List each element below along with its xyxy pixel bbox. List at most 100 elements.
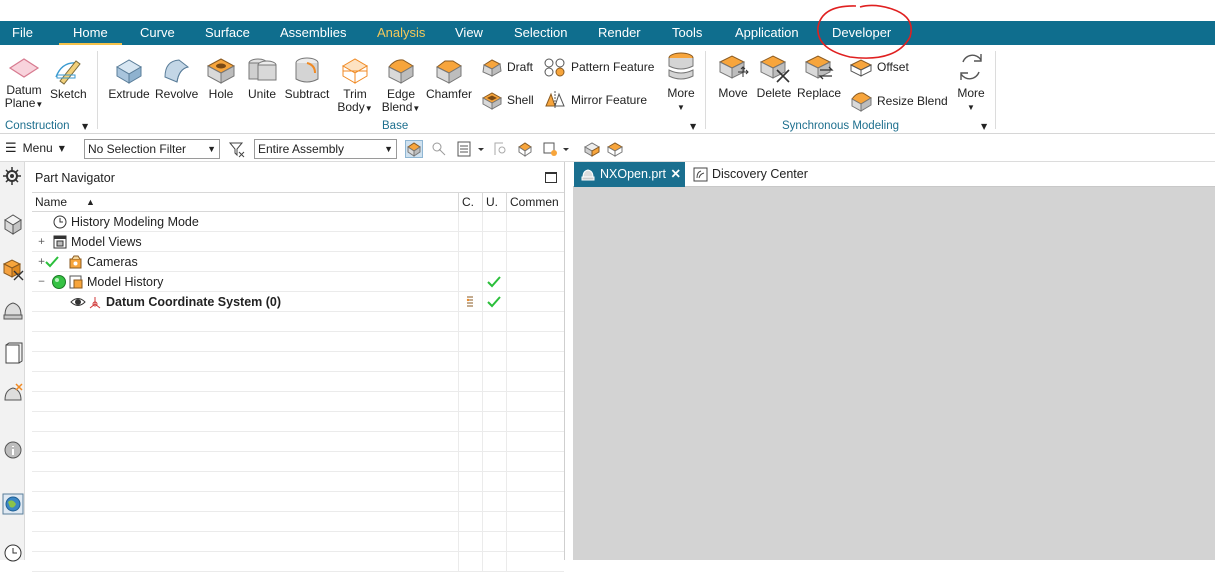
unite-button[interactable]: Unite [244,55,280,101]
current-feature-icon [466,296,473,307]
part-navigator-table: Name ▲ C. U. Commen History Modeling Mode… [32,192,564,572]
move-face-button[interactable]: Move [713,52,753,100]
document-tabs: NXOpen.prt ✕ Discovery Center [573,162,1215,187]
pattern-feature-button[interactable]: Pattern Feature [543,57,654,77]
table-row[interactable]: + Model Views [32,232,564,252]
empty-row [32,332,564,352]
info-history-icon[interactable] [2,437,23,459]
base-more-button[interactable]: More ▼ [661,50,701,114]
snap-midpoint-icon[interactable] [541,140,571,158]
tab-selection[interactable]: Selection [514,21,567,45]
chamfer-label: Chamfer [426,87,473,101]
tab-curve[interactable]: Curve [140,21,175,45]
shell-button[interactable]: Shell [481,90,534,110]
tab-analysis[interactable]: Analysis [377,21,425,45]
eye-visibility-icon[interactable] [70,295,86,309]
tab-label: NXOpen.prt [600,167,667,181]
mirror-feature-button[interactable]: Mirror Feature [543,90,647,110]
subtract-label: Subtract [284,87,330,101]
tab-file[interactable]: File [12,21,33,45]
select-features-icon[interactable] [405,140,423,158]
table-row[interactable]: + Cameras [32,252,564,272]
tab-tools[interactable]: Tools [672,21,702,45]
expand-icon[interactable]: + [37,238,46,247]
tab-render[interactable]: Render [598,21,641,45]
empty-row [32,492,564,512]
sync-expand-icon[interactable]: ▼ [981,122,987,131]
close-icon[interactable]: ✕ [671,162,681,186]
offset-face-button[interactable]: Offset [849,57,909,77]
constraint-navigator-icon[interactable] [2,297,23,320]
empty-row [32,532,564,552]
reuse-library-icon[interactable] [2,342,23,364]
snap-arc-center-icon[interactable] [492,140,510,158]
sketch-label: Sketch [50,87,87,101]
revolve-button[interactable]: Revolve [155,55,198,101]
model-views-icon [53,235,67,249]
table-header: Name ▲ C. U. Commen [32,192,564,212]
hole-button[interactable]: Hole [203,55,239,101]
pattern-feature-icon [544,58,565,77]
selection-scope-select[interactable]: Entire Assembly ▼ [254,139,397,159]
column-header-uptodate[interactable]: U. [482,193,506,212]
trim-body-button[interactable]: Trim Body▼ [334,55,376,115]
construction-expand-icon[interactable]: ▼ [82,122,88,131]
base-expand-icon[interactable]: ▼ [690,122,696,131]
settings-gear-icon[interactable] [2,166,23,188]
part-navigator-icon[interactable] [2,257,24,281]
subtract-button[interactable]: Subtract [284,55,330,101]
replace-face-icon [804,55,834,80]
menu-label: Menu [22,141,53,155]
filter-reset-icon[interactable] [228,140,246,158]
chamfer-button[interactable]: Chamfer [426,55,472,101]
up-to-date-check-icon [487,296,501,308]
selection-scope-value: Entire Assembly [258,142,345,156]
selection-options-icon[interactable] [456,140,486,158]
part-navigator-panel: Part Navigator Name ▲ C. U. Commen Histor… [26,162,565,572]
delete-face-button[interactable]: Delete [755,52,793,100]
table-row[interactable]: − Model History [32,272,564,292]
table-row[interactable]: History Modeling Mode [32,212,564,232]
column-header-name[interactable]: Name ▲ [32,193,458,212]
ribbon-separator [995,51,996,129]
assembly-navigator-icon[interactable] [2,212,23,235]
view-orient-icon[interactable] [606,140,624,158]
revolve-icon [164,59,190,83]
column-header-current[interactable]: C. [458,193,482,212]
tab-discovery-center[interactable]: Discovery Center [688,162,818,187]
show-hide-icon[interactable] [583,140,601,158]
datum-plane-button[interactable]: Datum Plane▼ [4,55,44,111]
menu-button[interactable]: ☰ Menu ▼ [5,141,65,155]
history-clock-icon[interactable] [2,539,23,562]
sketch-button[interactable]: Sketch [50,55,87,101]
tab-surface[interactable]: Surface [205,21,250,45]
table-row[interactable]: Datum Coordinate System (0) [32,292,564,312]
unite-icon [248,58,277,81]
hd3d-tools-icon[interactable] [2,382,23,404]
tab-label: Discovery Center [712,167,808,181]
replace-face-button[interactable]: Replace [796,52,842,100]
selection-filter-select[interactable]: No Selection Filter ▼ [84,139,220,159]
tab-application[interactable]: Application [735,21,799,45]
chamfer-icon [436,60,462,84]
draft-icon [482,59,502,77]
camera-icon [69,255,82,269]
extrude-button[interactable]: Extrude [108,55,150,101]
sync-more-button[interactable]: More ▼ [951,50,991,114]
tab-assemblies[interactable]: Assemblies [280,21,346,45]
edge-blend-button[interactable]: Edge Blend▼ [380,55,422,115]
tab-home[interactable]: Home [59,21,122,45]
column-header-comment[interactable]: Commen [506,193,564,212]
snap-endpoint-icon[interactable] [516,140,534,158]
tab-view[interactable]: View [455,21,483,45]
web-browser-icon[interactable] [2,492,24,515]
maximize-icon[interactable] [545,172,557,183]
tab-nxopen-prt[interactable]: NXOpen.prt ✕ [574,162,685,187]
resize-blend-button[interactable]: Resize Blend [849,90,948,112]
move-face-icon [718,55,749,79]
graphics-window[interactable]: NXOpen.prt ✕ Discovery Center [573,162,1215,560]
collapse-icon[interactable]: − [37,278,46,287]
tab-developer[interactable]: Developer [832,21,891,45]
snap-point-icon[interactable] [430,140,448,158]
draft-button[interactable]: Draft [481,57,533,77]
